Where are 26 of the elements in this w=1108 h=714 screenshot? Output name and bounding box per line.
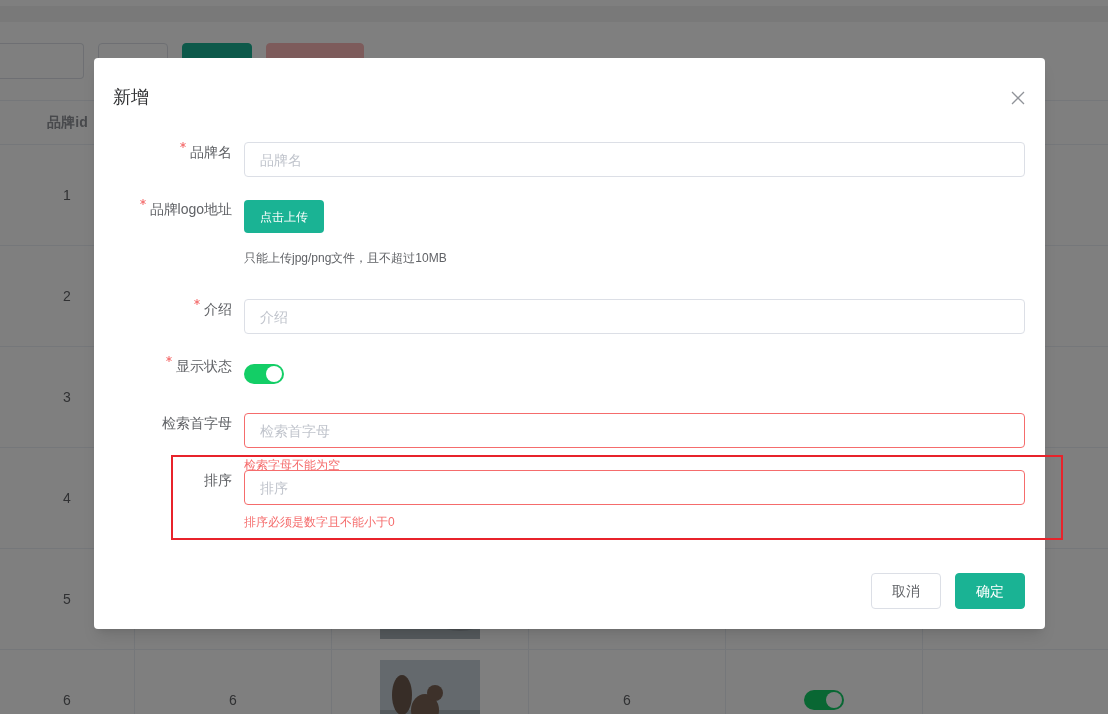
form-label: 品牌logo地址 (149, 200, 232, 219)
toggle-switch[interactable] (244, 363, 284, 384)
text-field[interactable]: 检索首字母 (244, 413, 1025, 448)
toggle-switch[interactable] (804, 690, 844, 710)
table-cell-text: 3 (63, 387, 71, 407)
close-icon[interactable] (1011, 90, 1025, 105)
dialog-button[interactable]: 确定 (955, 573, 1025, 609)
table-cell-text: 5 (63, 589, 71, 609)
table-cell-text: 2 (63, 286, 71, 306)
text-field[interactable]: 排序 (244, 470, 1025, 505)
table-cell-text: 1 (63, 185, 71, 205)
table-cell-text: 4 (63, 488, 71, 508)
error-message: 检索字母不能为空 (244, 459, 340, 471)
form-label: 显示状态 (176, 357, 232, 376)
table-cell-text: 6 (63, 690, 71, 710)
form-label: 品牌名 (190, 143, 232, 162)
form-label: 介绍 (204, 300, 232, 319)
form-label: 排序 (204, 471, 232, 490)
dialog-button[interactable]: 取消 (871, 573, 941, 609)
upload-hint: 只能上传jpg/png文件，且不超过10MB (244, 250, 447, 267)
form-label: 检索首字母 (162, 414, 232, 433)
upload-button[interactable]: 点击上传 (244, 200, 324, 233)
table-cell-text: 6 (623, 690, 631, 710)
error-message: 排序必须是数字且不能小于0 (244, 516, 395, 528)
dialog-title: 新增 (113, 86, 149, 109)
table-cell-text: 6 (229, 690, 237, 710)
